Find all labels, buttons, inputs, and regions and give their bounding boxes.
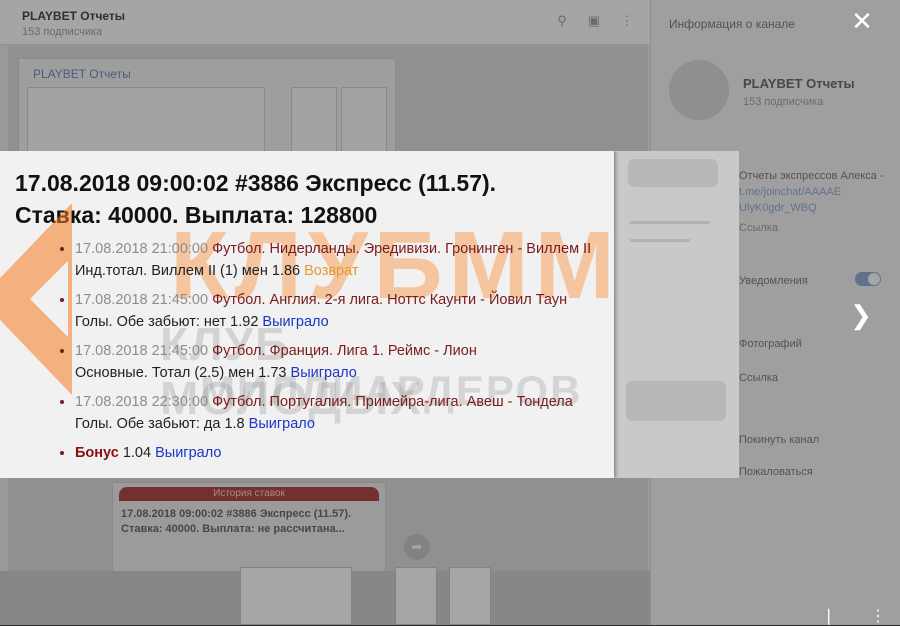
chevron-right-icon[interactable]: ❯ [850,300,872,330]
bet-item: 17.08.2018 21:45:00 Футбол. Англия. 2-я … [75,290,620,333]
bet-title: 17.08.2018 09:00:02 #3886 Экспресс (11.5… [15,170,497,228]
close-icon[interactable]: ✕ [850,8,874,34]
bet-list: 17.08.2018 21:00:00 Футбол. Нидерланды. … [60,239,620,473]
bet-result: Выиграло [262,313,329,330]
more-icon[interactable]: ⋮ [870,606,886,626]
bet-result: Выиграло [155,445,222,461]
bet-result: Возврат [304,262,359,279]
photo-viewer[interactable]: 17.08.2018 09:00:02 #3886 Экспресс (11.5… [0,151,739,478]
photo-background [616,151,739,478]
bonus-item: Бонус 1.04 Выиграло [75,443,620,465]
bet-result: Выиграло [248,415,315,432]
bet-item: 17.08.2018 21:00:00 Футбол. Нидерланды. … [75,239,620,282]
bet-report-image: 17.08.2018 09:00:02 #3886 Экспресс (11.5… [0,151,615,478]
bet-result: Выиграло [290,364,357,381]
bet-item: 17.08.2018 21:45:00 Футбол. Франция. Лиг… [75,341,620,384]
rotate-icon[interactable]: ❘ [822,606,835,626]
bet-item: 17.08.2018 22:30:00 Футбол. Португалия. … [75,392,620,435]
